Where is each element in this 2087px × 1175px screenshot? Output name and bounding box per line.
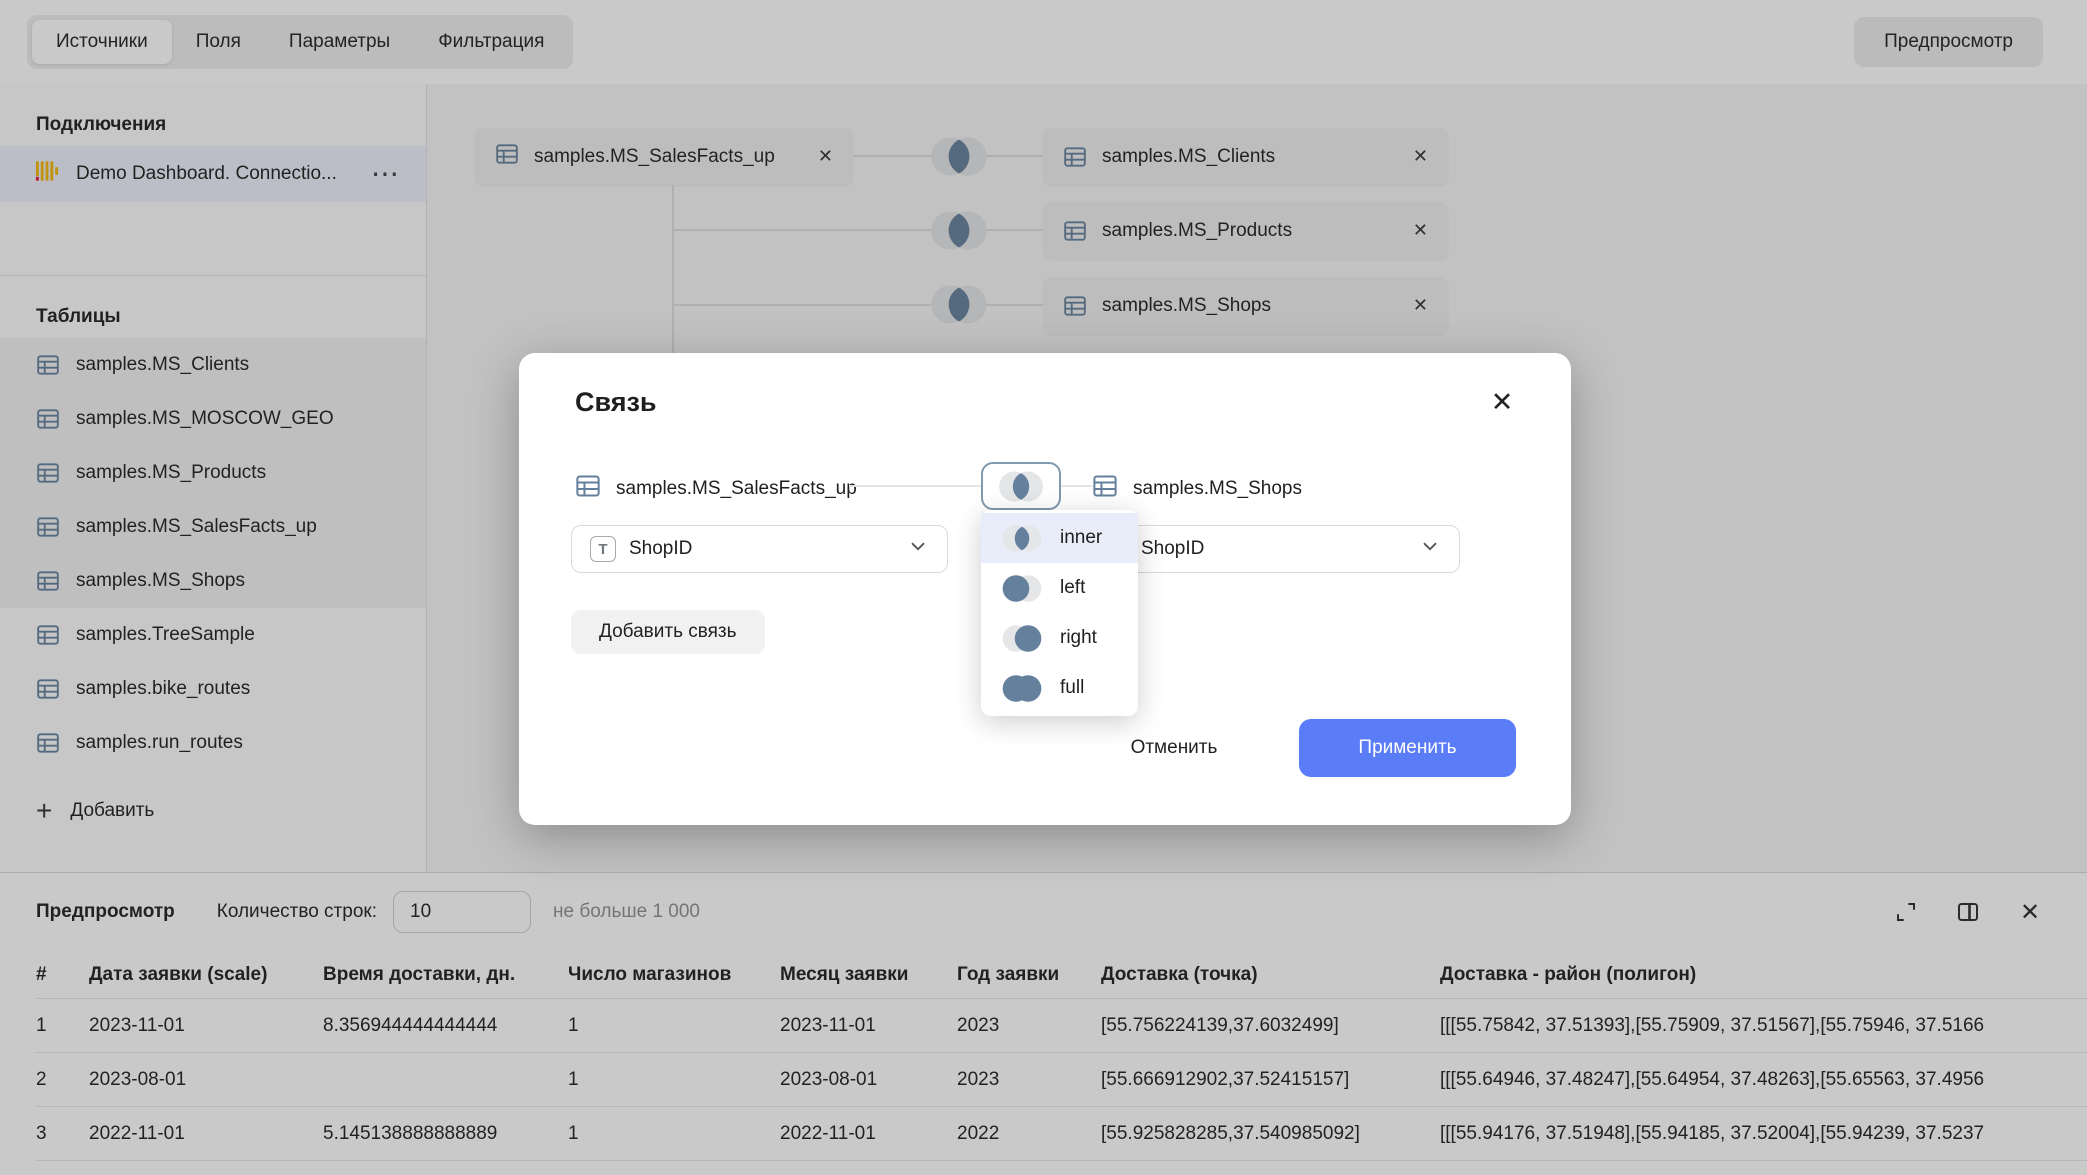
table-grid-icon xyxy=(575,473,601,505)
field-select-left[interactable]: T ShopID xyxy=(571,525,948,573)
join-inner-icon xyxy=(999,524,1045,553)
join-type-button[interactable] xyxy=(981,462,1061,510)
dialog-close-button[interactable]: ✕ xyxy=(1485,385,1519,419)
right-table-name: samples.MS_Shops xyxy=(1133,478,1302,500)
join-inner-icon xyxy=(995,470,1047,503)
dialog-title: Связь xyxy=(575,387,657,418)
connector-line xyxy=(1061,485,1092,487)
connector-line xyxy=(849,485,981,487)
join-option-label: full xyxy=(1060,677,1084,699)
table-grid-icon xyxy=(1092,473,1118,499)
field-select-right[interactable]: ShopID xyxy=(1118,525,1460,573)
join-option-label: left xyxy=(1060,577,1085,599)
dialog-left-table: samples.MS_SalesFacts_up xyxy=(575,473,857,505)
chevron-down-icon xyxy=(1419,535,1441,563)
field-type-icon: T xyxy=(590,536,616,562)
join-option-label: inner xyxy=(1060,527,1102,549)
left-table-name: samples.MS_SalesFacts_up xyxy=(616,478,857,500)
left-field-value: ShopID xyxy=(629,538,692,560)
table-grid-icon xyxy=(1092,473,1118,505)
cancel-button[interactable]: Отменить xyxy=(1119,719,1229,777)
link-dialog: Связь ✕ samples.MS_SalesFacts_up samples… xyxy=(519,353,1571,825)
apply-button[interactable]: Применить xyxy=(1299,719,1516,777)
join-left-icon xyxy=(999,574,1045,603)
right-field-value: ShopID xyxy=(1141,538,1204,560)
join-option-left[interactable]: left xyxy=(981,563,1138,613)
table-grid-icon xyxy=(575,473,601,499)
join-right-icon xyxy=(999,624,1045,653)
join-full-icon xyxy=(999,674,1045,703)
join-option-full[interactable]: full xyxy=(981,663,1138,713)
add-link-button[interactable]: Добавить связь xyxy=(571,610,765,654)
chevron-down-icon xyxy=(907,535,929,563)
join-option-label: right xyxy=(1060,627,1097,649)
join-type-menu: inner left right full xyxy=(981,510,1138,716)
join-option-inner[interactable]: inner xyxy=(981,513,1138,563)
dialog-right-table: samples.MS_Shops xyxy=(1092,473,1302,505)
join-option-right[interactable]: right xyxy=(981,613,1138,663)
